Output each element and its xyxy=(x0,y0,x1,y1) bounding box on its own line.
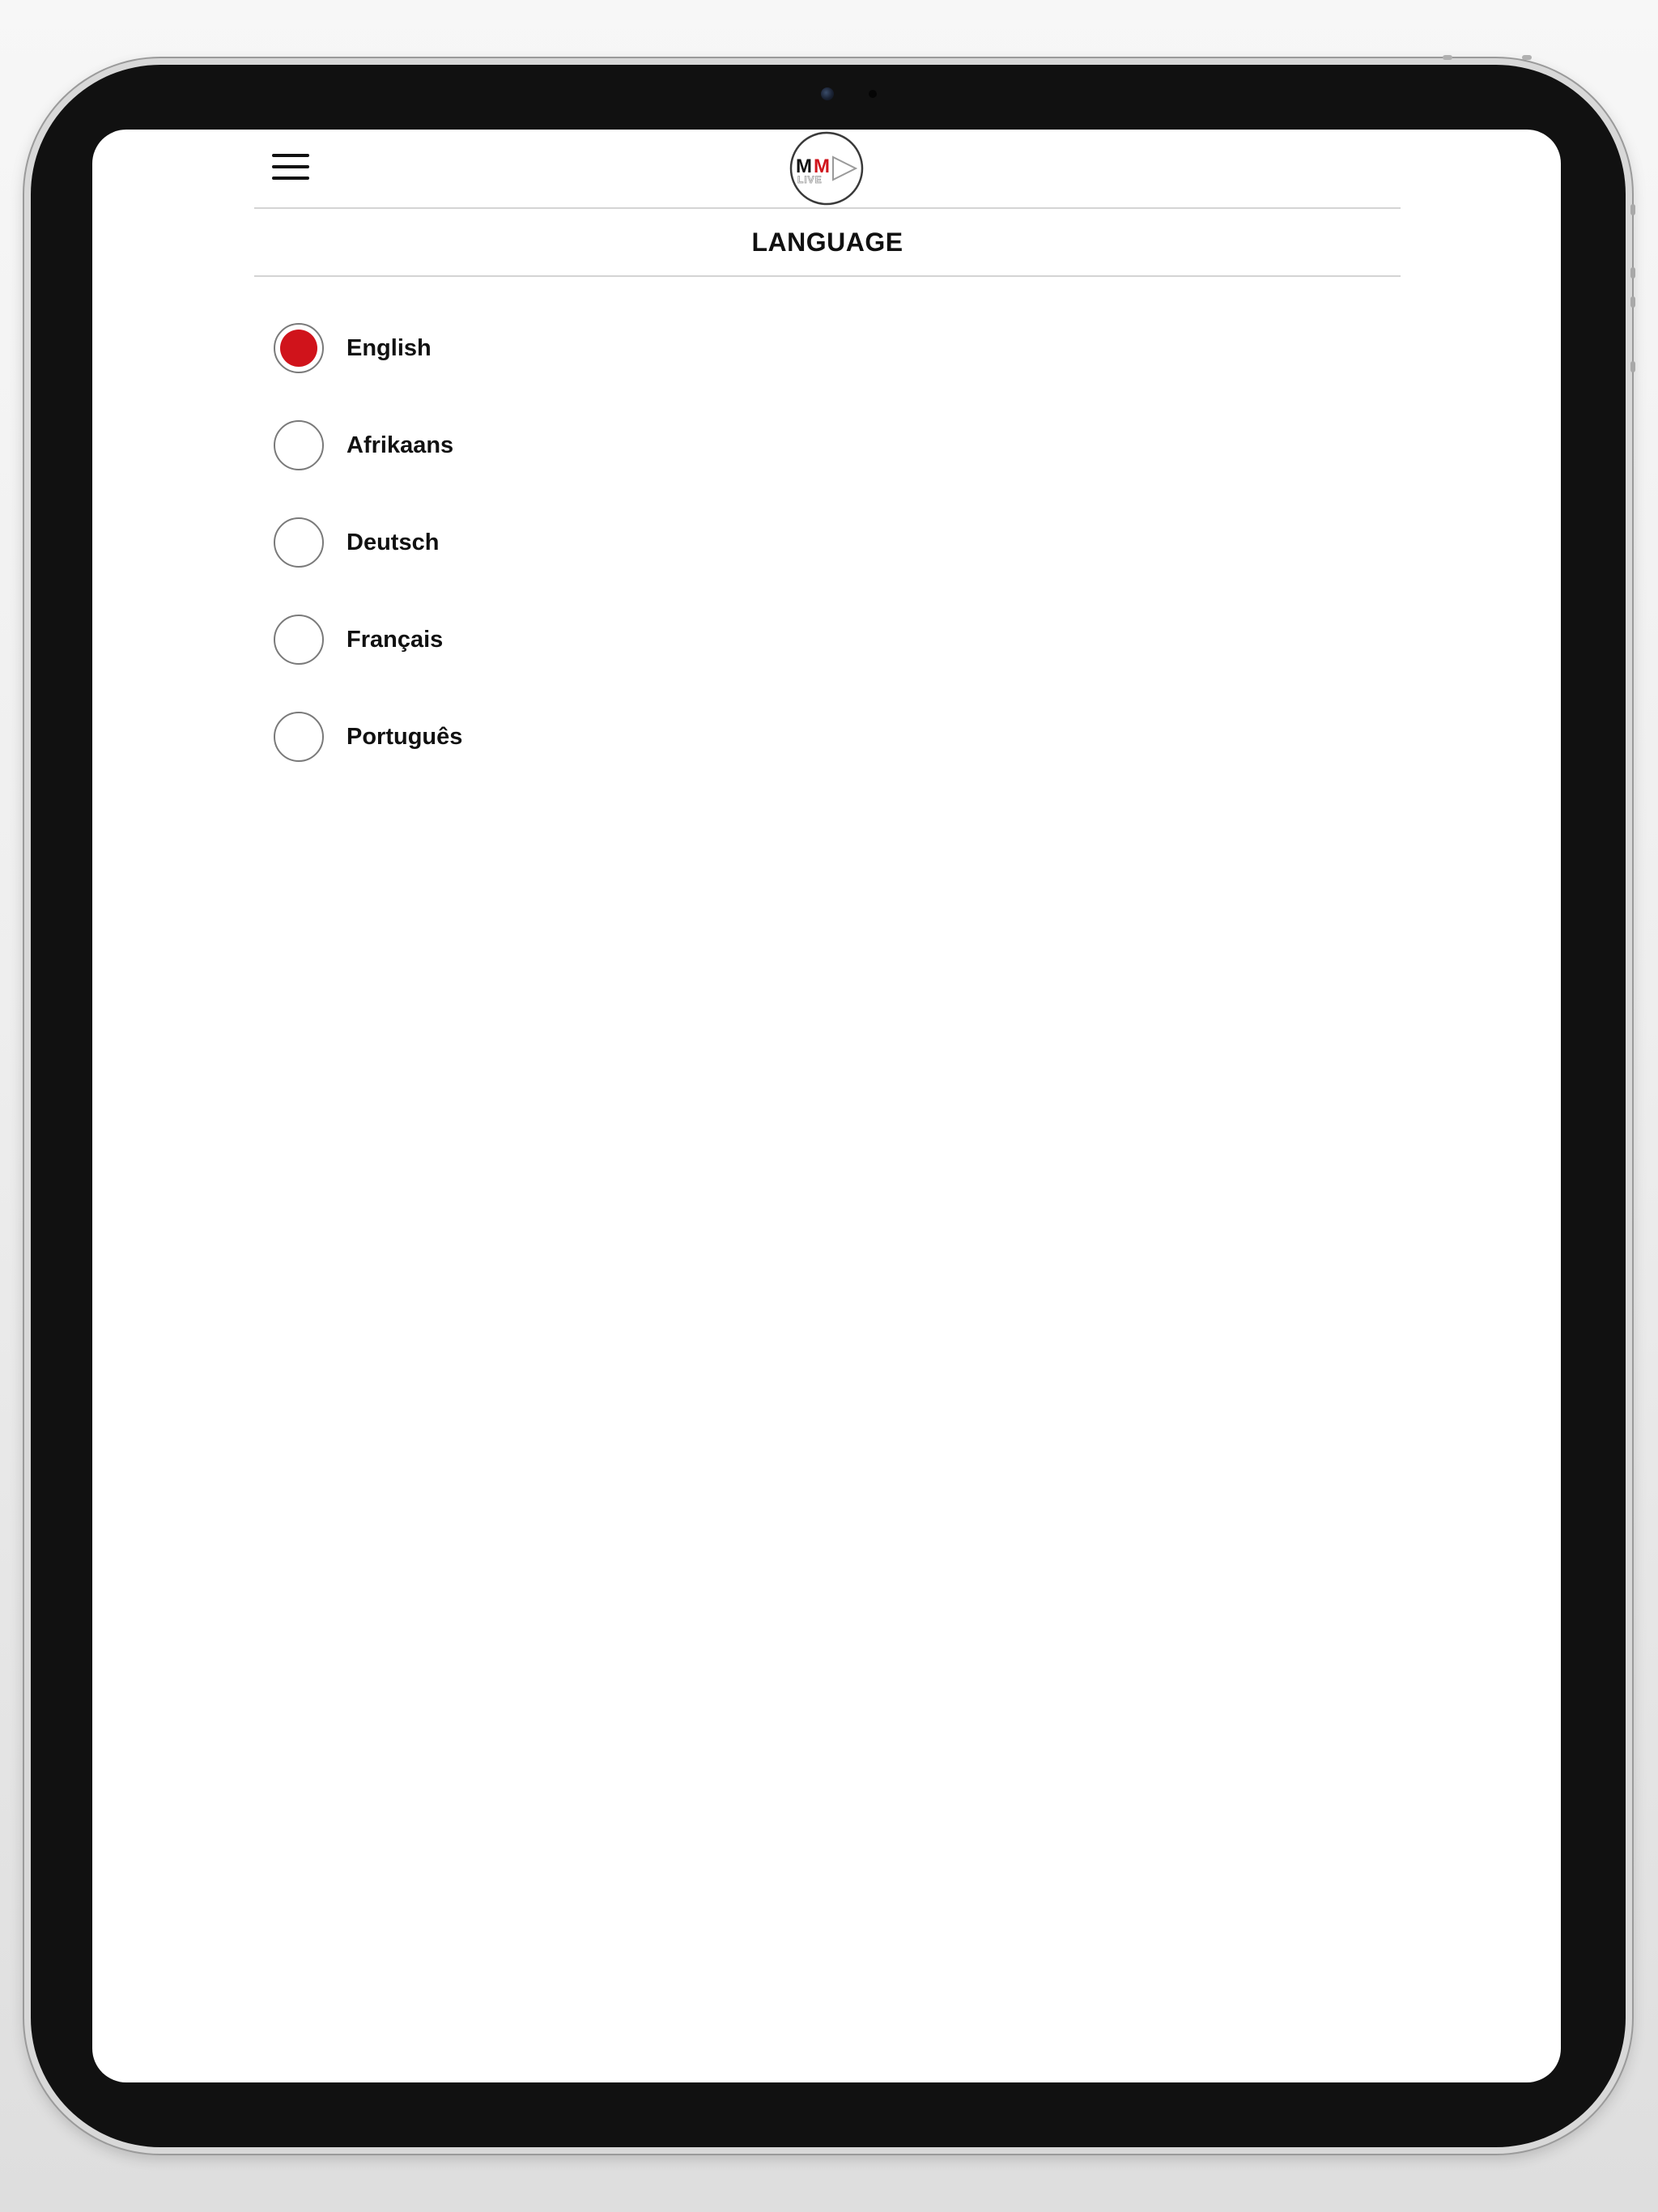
radio-button[interactable] xyxy=(274,517,324,568)
top-button xyxy=(1443,55,1452,60)
app-screen: M M LIVE LANGUAGE English Afrikaans Deut… xyxy=(92,130,1561,2082)
language-option-portugues[interactable]: Português xyxy=(274,688,1326,785)
volume-button xyxy=(1630,267,1635,279)
language-option-afrikaans[interactable]: Afrikaans xyxy=(274,397,1326,494)
top-button xyxy=(1522,55,1532,60)
language-option-francais[interactable]: Français xyxy=(274,591,1326,688)
radio-dot xyxy=(280,718,317,755)
radio-dot xyxy=(280,427,317,464)
language-option-deutsch[interactable]: Deutsch xyxy=(274,494,1326,591)
power-button xyxy=(1630,361,1635,372)
page-title-bar: LANGUAGE xyxy=(254,209,1401,277)
language-label: English xyxy=(346,334,432,361)
radio-button[interactable] xyxy=(274,712,324,762)
page-title: LANGUAGE xyxy=(751,227,903,257)
language-label: Français xyxy=(346,626,444,653)
language-label: Deutsch xyxy=(346,529,440,555)
language-label: Afrikaans xyxy=(346,432,454,458)
volume-button xyxy=(1630,296,1635,308)
hamburger-menu-icon[interactable] xyxy=(272,154,309,183)
language-option-english[interactable]: English xyxy=(274,300,1326,397)
radio-button[interactable] xyxy=(274,615,324,665)
radio-button[interactable] xyxy=(274,323,324,373)
radio-button[interactable] xyxy=(274,420,324,470)
app-header: M M LIVE xyxy=(254,130,1401,209)
front-camera xyxy=(821,87,834,100)
language-label: Português xyxy=(346,723,463,750)
radio-dot xyxy=(280,621,317,658)
radio-dot xyxy=(280,330,317,367)
radio-dot xyxy=(280,524,317,561)
svg-text:LIVE: LIVE xyxy=(797,174,823,185)
language-list: English Afrikaans Deutsch Français Portu… xyxy=(274,300,1326,785)
volume-button xyxy=(1630,204,1635,215)
mm-live-logo[interactable]: M M LIVE xyxy=(789,131,864,206)
camera-sensor xyxy=(869,90,877,98)
